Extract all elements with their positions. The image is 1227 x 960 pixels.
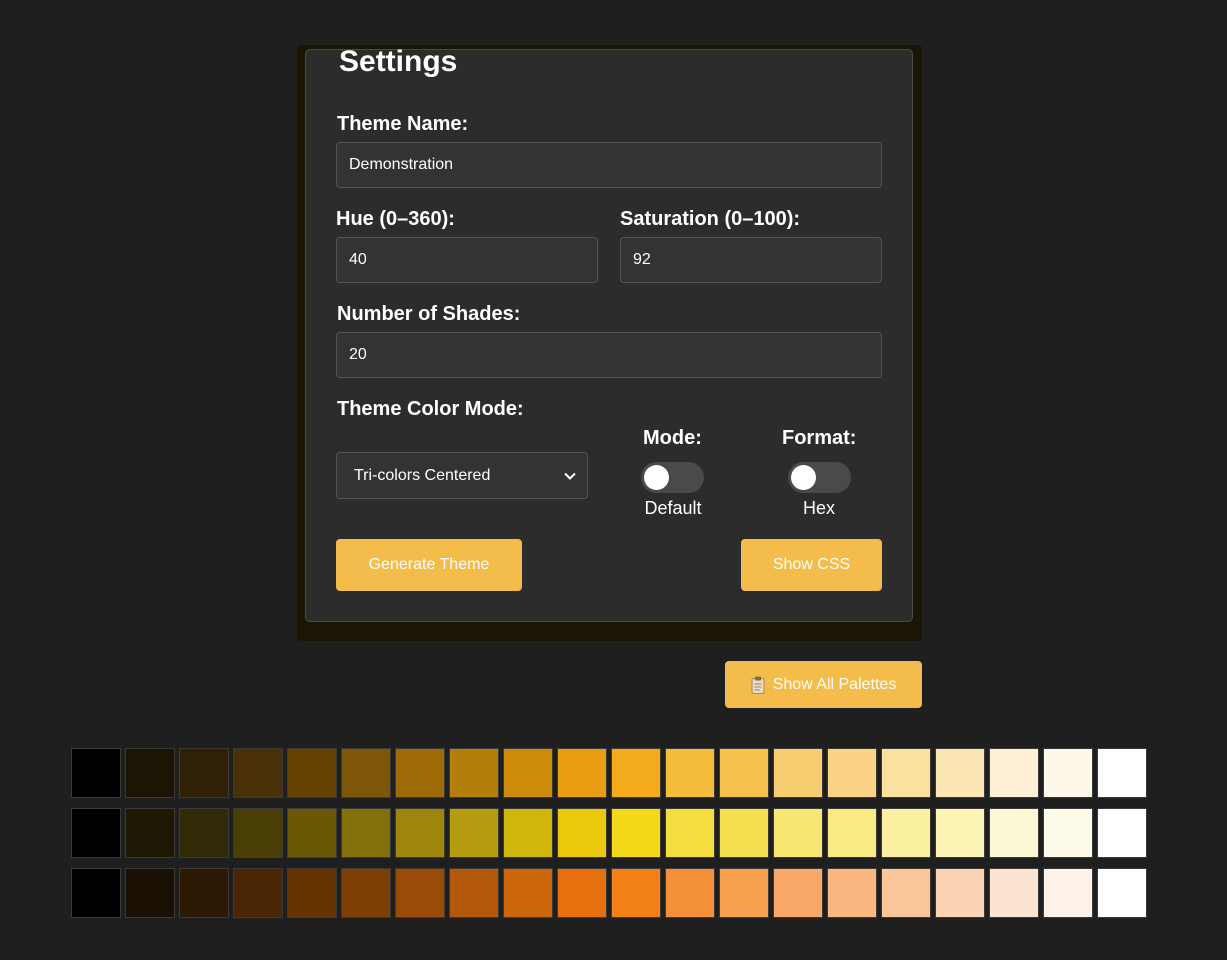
color-swatch[interactable] — [233, 808, 283, 858]
color-swatch[interactable] — [395, 868, 445, 918]
color-swatch[interactable] — [935, 748, 985, 798]
hue-input[interactable] — [336, 237, 598, 283]
color-swatch[interactable] — [557, 808, 607, 858]
color-swatch[interactable] — [71, 868, 121, 918]
color-swatch[interactable] — [665, 868, 715, 918]
color-swatch[interactable] — [881, 808, 931, 858]
color-swatch[interactable] — [341, 808, 391, 858]
color-swatch[interactable] — [71, 748, 121, 798]
color-swatch[interactable] — [1097, 808, 1147, 858]
color-swatch[interactable] — [449, 748, 499, 798]
color-swatch[interactable] — [395, 748, 445, 798]
color-swatch[interactable] — [287, 868, 337, 918]
color-swatch[interactable] — [395, 808, 445, 858]
color-swatch[interactable] — [287, 808, 337, 858]
color-swatch[interactable] — [827, 808, 877, 858]
palette-row-1 — [71, 748, 1147, 798]
color-swatch[interactable] — [125, 748, 175, 798]
color-mode-selected: Tri-colors Centered — [354, 466, 491, 484]
format-state-label: Hex — [802, 498, 835, 518]
color-swatch[interactable] — [503, 748, 553, 798]
color-swatch[interactable] — [611, 868, 661, 918]
color-swatch[interactable] — [665, 808, 715, 858]
color-swatch[interactable] — [557, 748, 607, 798]
mode-state-label: Default — [644, 498, 702, 518]
format-toggle-knob — [791, 465, 816, 490]
color-swatch[interactable] — [1043, 748, 1093, 798]
show-all-palettes-label: Show All Palettes — [772, 675, 897, 693]
palette-row-2 — [71, 808, 1147, 858]
color-swatch[interactable] — [719, 868, 769, 918]
color-swatch[interactable] — [773, 868, 823, 918]
color-swatch[interactable] — [503, 808, 553, 858]
color-swatch[interactable] — [557, 868, 607, 918]
mode-toggle[interactable] — [641, 462, 704, 493]
hue-label: Hue (0–360): — [336, 208, 455, 230]
generate-theme-button[interactable]: Generate Theme — [336, 539, 522, 591]
color-swatch[interactable] — [71, 808, 121, 858]
color-swatch[interactable] — [773, 748, 823, 798]
color-swatch[interactable] — [179, 868, 229, 918]
color-swatch[interactable] — [1043, 868, 1093, 918]
settings-title: Settings — [339, 45, 458, 78]
saturation-label: Saturation (0–100): — [620, 208, 801, 230]
color-swatch[interactable] — [125, 868, 175, 918]
mode-toggle-knob — [644, 465, 669, 490]
color-swatch[interactable] — [935, 868, 985, 918]
mode-label: Mode: — [643, 427, 702, 449]
color-swatch[interactable] — [827, 748, 877, 798]
palette-row-3 — [71, 868, 1147, 918]
color-swatch[interactable] — [125, 808, 175, 858]
color-swatch[interactable] — [449, 808, 499, 858]
color-swatch[interactable] — [503, 868, 553, 918]
color-swatch[interactable] — [881, 748, 931, 798]
color-swatch[interactable] — [1097, 868, 1147, 918]
shades-label: Number of Shades: — [337, 303, 521, 325]
chevron-down-icon — [564, 472, 576, 480]
color-swatch[interactable] — [341, 748, 391, 798]
color-swatch[interactable] — [719, 748, 769, 798]
color-swatch[interactable] — [665, 748, 715, 798]
show-css-button[interactable]: Show CSS — [741, 539, 882, 591]
color-swatch[interactable] — [287, 748, 337, 798]
theme-name-label: Theme Name: — [337, 113, 469, 135]
clipboard-icon — [751, 676, 765, 694]
color-swatch[interactable] — [179, 808, 229, 858]
format-toggle[interactable] — [788, 462, 851, 493]
color-swatch[interactable] — [341, 868, 391, 918]
format-label: Format: — [782, 427, 857, 449]
saturation-input[interactable] — [620, 237, 882, 283]
color-mode-label: Theme Color Mode: — [337, 398, 524, 420]
color-swatch[interactable] — [1097, 748, 1147, 798]
shades-input[interactable] — [336, 332, 882, 378]
color-swatch[interactable] — [233, 748, 283, 798]
color-swatch[interactable] — [773, 808, 823, 858]
color-swatch[interactable] — [989, 748, 1039, 798]
color-swatch[interactable] — [989, 868, 1039, 918]
color-swatch[interactable] — [179, 748, 229, 798]
color-mode-select[interactable]: Tri-colors Centered — [336, 452, 588, 499]
color-swatch[interactable] — [449, 868, 499, 918]
color-swatch[interactable] — [881, 868, 931, 918]
color-swatch[interactable] — [935, 808, 985, 858]
color-swatch[interactable] — [827, 868, 877, 918]
color-swatch[interactable] — [719, 808, 769, 858]
color-swatch[interactable] — [1043, 808, 1093, 858]
color-swatch[interactable] — [611, 748, 661, 798]
color-swatch[interactable] — [233, 868, 283, 918]
color-swatch[interactable] — [611, 808, 661, 858]
color-swatch[interactable] — [989, 808, 1039, 858]
show-all-palettes-button[interactable]: Show All Palettes — [725, 661, 922, 708]
theme-name-input[interactable] — [336, 142, 882, 188]
